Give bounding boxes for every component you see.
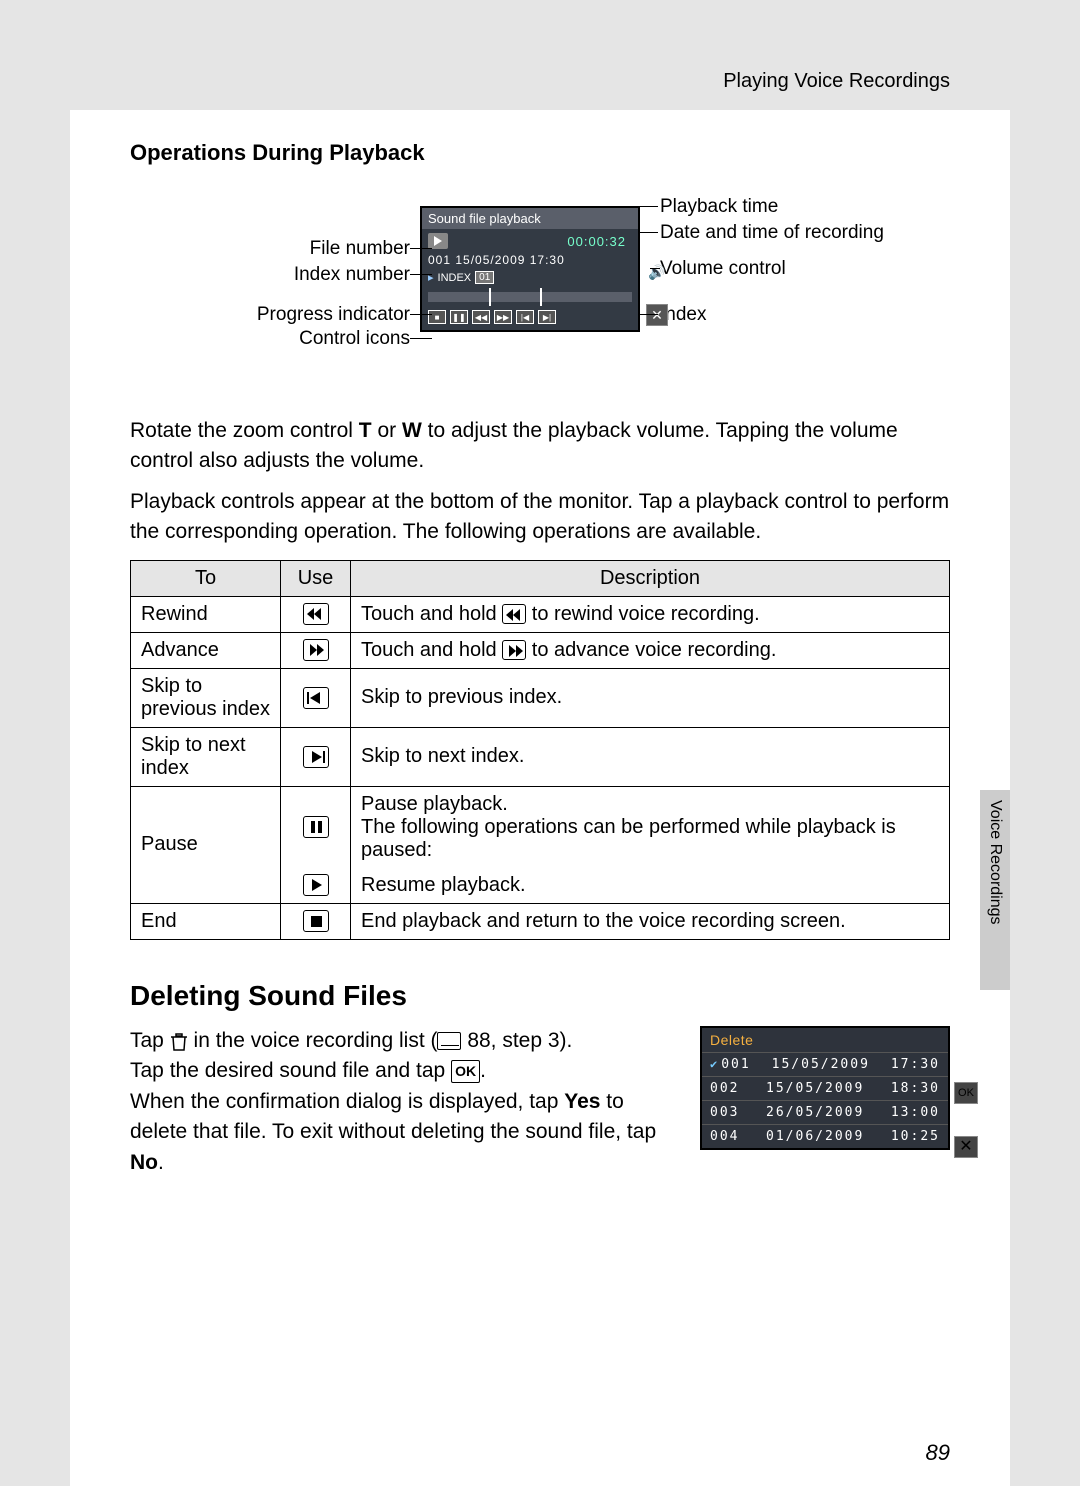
advance-icon <box>303 639 329 661</box>
to-rewind: Rewind <box>131 596 281 632</box>
to-skip-next: Skip to next index <box>131 727 281 786</box>
close-icon: ✕ <box>646 304 668 326</box>
col-use: Use <box>281 560 351 596</box>
list-item: 004 01/06/2009 10:25 <box>702 1124 948 1148</box>
file-meta: 001 15/05/2009 17:30 <box>422 253 638 269</box>
return-icon: ↶ <box>954 1110 978 1131</box>
chevron-up-icon: ∧ <box>954 1028 978 1048</box>
table-row: Skip to next index Skip to next index. <box>131 727 950 786</box>
resume-icon <box>303 874 329 896</box>
list-item: 003 26/05/2009 13:00 <box>702 1100 948 1124</box>
label-controls: Control icons <box>299 328 410 350</box>
desc-pause-2: Resume playback. <box>351 868 950 904</box>
index-num: 01 <box>475 271 494 284</box>
skip-back-icon: |◀ <box>516 310 534 324</box>
page-ref-icon <box>437 1032 461 1050</box>
lcd-screen: Sound file playback 00:00:32 001 15/05/2… <box>420 206 640 332</box>
delete-heading: Deleting Sound Files <box>130 980 950 1012</box>
trash-icon <box>170 1031 188 1051</box>
paragraph-1: Rotate the zoom control T or W to adjust… <box>130 416 950 477</box>
playback-diagram: File number Index number Progress indica… <box>130 196 950 376</box>
desc-skip-next: Skip to next index. <box>351 727 950 786</box>
list-item: 002 15/05/2009 18:30 <box>702 1076 948 1100</box>
page-number: 89 <box>926 1440 950 1466</box>
progress-bar <box>428 292 632 302</box>
forward-icon: ▶▶ <box>494 310 512 324</box>
skip-prev-icon <box>303 687 329 709</box>
table-row: Skip to previous index Skip to previous … <box>131 668 950 727</box>
label-index-number: Index number <box>294 264 410 286</box>
rewind-icon <box>502 604 526 624</box>
list-item: ✔001 15/05/2009 17:30 <box>702 1052 948 1076</box>
playback-time: 00:00:32 <box>567 234 632 249</box>
skip-next-icon <box>303 746 329 768</box>
play-icon <box>428 233 448 249</box>
delete-panel: Delete ✔001 15/05/2009 17:30 002 15/05/2… <box>700 1026 950 1150</box>
desc-rewind: Touch and hold to rewind voice recording… <box>351 596 950 632</box>
section-title: Playing Voice Recordings <box>723 70 950 92</box>
to-end: End <box>131 903 281 939</box>
lcd-title: Sound file playback <box>428 211 541 226</box>
ok-icon: OK <box>451 1060 480 1082</box>
close-icon: ✕ <box>954 1136 978 1158</box>
stop-icon: ■ <box>428 310 446 324</box>
desc-pause-1: Pause playback. The following operations… <box>351 786 950 868</box>
to-skip-prev: Skip to previous index <box>131 668 281 727</box>
table-row: Rewind Touch and hold to rewind voice re… <box>131 596 950 632</box>
to-pause: Pause <box>131 786 281 903</box>
section-tab-label: Voice Recordings <box>986 800 1004 925</box>
skip-fwd-icon: ▶| <box>538 310 556 324</box>
desc-end: End playback and return to the voice rec… <box>351 903 950 939</box>
control-icons-row: ■ ❚❚ ◀◀ ▶▶ |◀ ▶| <box>422 306 638 330</box>
end-icon <box>303 910 329 932</box>
advance-icon <box>502 640 526 660</box>
lcd-titlebar: Sound file playback <box>422 208 638 229</box>
col-to: To <box>131 560 281 596</box>
label-volume-control: Volume control <box>660 258 786 280</box>
delete-panel-title: Delete <box>702 1028 948 1052</box>
desc-advance: Touch and hold to advance voice recordin… <box>351 632 950 668</box>
table-row: Advance Touch and hold to advance voice … <box>131 632 950 668</box>
rewind-icon <box>303 603 329 625</box>
pause-icon: ❚❚ <box>450 310 468 324</box>
operations-table: To Use Description Rewind Touch and hold… <box>130 560 950 940</box>
pause-icon <box>303 816 329 838</box>
to-advance: Advance <box>131 632 281 668</box>
chevron-down-icon: ∨ <box>954 1054 978 1074</box>
table-header: To Use Description <box>131 560 950 596</box>
table-row: Pause Pause playback. The following oper… <box>131 786 950 868</box>
col-desc: Description <box>351 560 950 596</box>
zoom-w: W <box>402 419 422 442</box>
label-file-number: File number <box>310 238 410 260</box>
yes-label: Yes <box>564 1090 600 1113</box>
volume-icon: 🔊 <box>646 264 668 282</box>
zoom-t: T <box>359 419 372 442</box>
paragraph-2: Playback controls appear at the bottom o… <box>130 487 950 548</box>
subheading: Operations During Playback <box>130 140 950 166</box>
label-date-time: Date and time of recording <box>660 222 884 244</box>
desc-skip-prev: Skip to previous index. <box>351 668 950 727</box>
ok-side-icon: OK <box>954 1082 978 1104</box>
label-playback-time: Playback time <box>660 196 778 218</box>
rewind-icon: ◀◀ <box>472 310 490 324</box>
check-icon: ✔ <box>710 1057 719 1071</box>
delete-text: Tap in the voice recording list ( 88, st… <box>130 1026 670 1178</box>
no-label: No <box>130 1151 158 1174</box>
table-row: End End playback and return to the voice… <box>131 903 950 939</box>
label-progress: Progress indicator <box>257 304 410 326</box>
index-prefix: INDEX <box>438 272 472 284</box>
